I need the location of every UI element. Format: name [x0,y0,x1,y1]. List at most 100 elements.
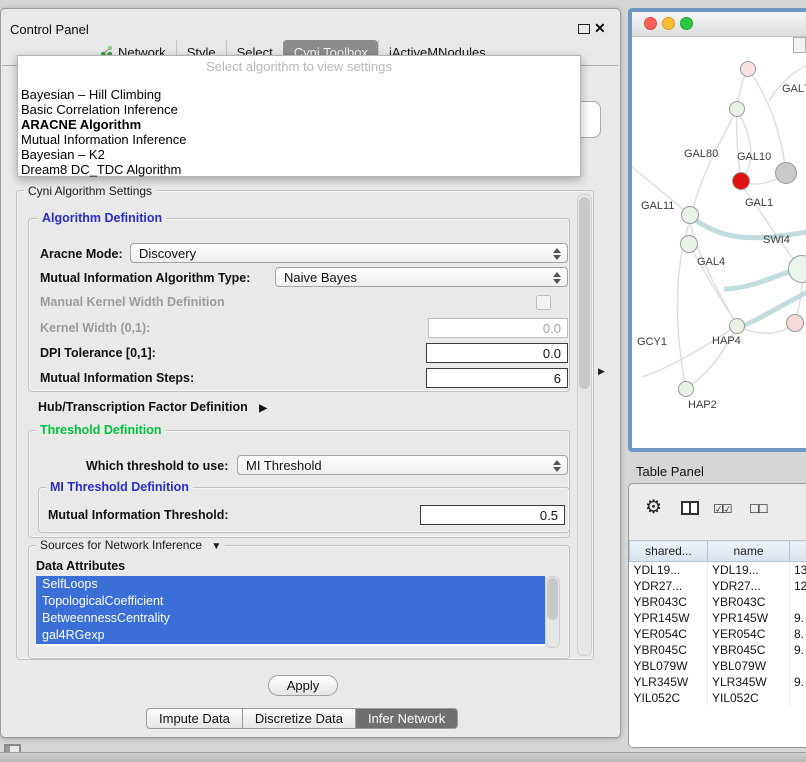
table-cell: YBR043C [630,594,708,610]
gear-icon[interactable]: ⚙ [645,496,662,519]
attributes-scrollbar-thumb[interactable] [547,578,558,620]
table-cell: YDL19... [630,562,708,579]
bottom-bar [0,752,806,762]
network-window-titlebar[interactable] [632,12,806,37]
table-row[interactable]: YDL19...YDL19...13 [630,562,806,579]
kernel-width-label: Kernel Width (0,1): [40,321,150,335]
sources-group-title[interactable]: Sources for Network Inference ▼ [36,538,225,552]
network-scrollbar[interactable] [793,37,806,53]
attributes-scrollbar[interactable] [545,576,560,648]
table-cell: 8. [790,626,806,642]
dropdown-placeholder: Select algorithm to view settings [18,56,580,76]
manual-kernel-label: Manual Kernel Width Definition [40,295,225,309]
attribute-item[interactable]: gal4RGexp [36,627,545,644]
tab-discretize-data[interactable]: Discretize Data [243,708,356,729]
table-cell [790,690,806,706]
network-node[interactable] [775,162,797,184]
table-cell: YDR27... [630,578,708,594]
bottom-tab-bar: Impute Data Discretize Data Infer Networ… [146,708,458,729]
apply-button[interactable]: Apply [268,675,338,696]
table-cell: 9. [790,610,806,626]
aracne-mode-select[interactable]: Discovery [130,243,568,263]
mi-type-label: Mutual Information Algorithm Type: [40,271,250,285]
table-row[interactable]: YBL079WYBL079W [630,658,806,674]
expanded-arrow-icon: ▼ [211,541,221,552]
which-threshold-select[interactable]: MI Threshold [237,455,568,475]
mi-type-value: Naive Bayes [284,270,357,285]
mi-threshold-group-title: MI Threshold Definition [46,480,193,494]
node-label[interactable]: GAL80 [684,148,718,160]
manual-kernel-checkbox[interactable] [536,295,551,310]
deselect-all-rows-icon[interactable]: ☐☐ [749,502,767,516]
mi-steps-field[interactable]: 6 [426,368,568,388]
table-row[interactable]: YER054CYER054C8. [630,626,806,642]
sources-title-label: Sources for Network Inference [40,538,202,552]
settings-scrollbar[interactable] [577,194,592,656]
table-row[interactable]: YLR345WYLR345W9. [630,674,806,690]
table-cell: YLR345W [630,674,708,690]
node-label[interactable]: GAL10 [737,151,771,163]
network-node[interactable] [732,172,750,190]
settings-scrollbar-thumb[interactable] [579,197,590,389]
attribute-item[interactable]: TopologicalCoefficient [36,593,545,610]
data-attributes-label: Data Attributes [36,559,125,573]
network-node[interactable] [729,318,745,334]
table-cell: 9. [790,674,806,690]
algorithm-option[interactable]: Bayesian – Hill Climbing [18,87,580,102]
table-row[interactable]: YIL052CYIL052C [630,690,806,706]
window-title: Control Panel [10,22,89,37]
zoom-traffic-light[interactable] [680,17,693,30]
dpi-tolerance-label: DPI Tolerance [0,1]: [40,346,156,360]
kernel-width-field[interactable]: 0.0 [428,318,568,338]
node-label[interactable]: HAP4 [712,335,741,347]
node-label[interactable]: GAL11 [641,200,674,212]
network-view-window: GAL7 GAL80 GAL10 GAL11 GAL1 SWI4 GAL4 GCY1 HAP4 H… [628,8,806,452]
algorithm-option[interactable]: Bayesian – K2 [18,147,580,162]
mi-type-select[interactable]: Naive Bayes [275,267,568,287]
select-all-rows-icon[interactable]: ☑☑ [713,502,731,516]
dpi-tolerance-field[interactable]: 0.0 [426,343,568,363]
table-cell: YER054C [708,626,790,642]
node-label[interactable]: GAL4 [697,256,725,268]
hub-definition-toggle[interactable]: Hub/Transcription Factor Definition ▶ [38,400,267,414]
algorithm-option[interactable]: Mutual Information Inference [18,132,580,147]
table-row[interactable]: YPR145WYPR145W9. [630,610,806,626]
minimize-traffic-light[interactable] [662,17,675,30]
close-traffic-light[interactable] [644,17,657,30]
table-cell [790,594,806,610]
network-node[interactable] [740,61,756,77]
attribute-item[interactable]: SelfLoops [36,576,545,593]
table-cell: 12 [790,578,806,594]
tab-infer-network[interactable]: Infer Network [356,708,458,729]
algorithm-option[interactable]: Basic Correlation Inference [18,102,580,117]
attribute-item[interactable]: BetweennessCentrality [36,610,545,627]
mi-threshold-field[interactable]: 0.5 [420,505,565,525]
node-label[interactable]: GAL7 [782,83,806,95]
node-label[interactable]: GCY1 [637,336,667,348]
column-header-extra[interactable] [790,541,806,562]
network-node[interactable] [678,381,694,397]
node-label[interactable]: SWI4 [763,234,790,246]
panel-divider-arrow-icon[interactable]: ▶ [598,366,605,377]
settings-group-title: Cyni Algorithm Settings [24,184,156,198]
column-header-shared[interactable]: shared... [630,541,708,562]
network-canvas[interactable]: GAL7 GAL80 GAL10 GAL11 GAL1 SWI4 GAL4 GCY1 HAP4 H… [632,37,806,425]
node-label[interactable]: GAL1 [745,197,773,209]
tab-impute-data[interactable]: Impute Data [146,708,243,729]
algorithm-option[interactable]: Dream8 DC_TDC Algorithm [18,162,580,177]
table-row[interactable]: YBR045CYBR045C9. [630,642,806,658]
column-browser-icon[interactable] [681,501,699,515]
table-row[interactable]: YBR043CYBR043C [630,594,806,610]
table-cell: YIL052C [708,690,790,706]
network-node[interactable] [680,235,698,253]
network-node[interactable] [729,101,745,117]
node-label[interactable]: HAP2 [688,399,717,411]
network-node[interactable] [786,314,804,332]
table-cell: 9. [790,642,806,658]
table-row[interactable]: YDR27...YDR27...12 [630,578,806,594]
network-node[interactable] [681,206,699,224]
algorithm-option-highlighted[interactable]: ARACNE Algorithm [18,117,580,132]
column-header-name[interactable]: name [708,541,790,562]
float-window-icon[interactable] [578,24,590,34]
close-icon[interactable]: ✕ [594,20,606,37]
